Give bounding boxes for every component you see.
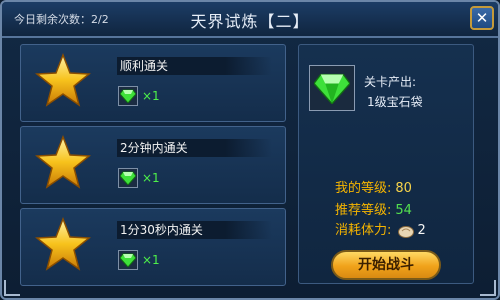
- drop-item-name: 1级宝石袋: [367, 95, 423, 109]
- stamina-value: 2: [417, 223, 426, 238]
- recommended-level: 推荐等级: 54: [335, 199, 412, 218]
- start-battle-button[interactable]: 开始战斗: [331, 250, 441, 280]
- dialog-title: 天界试炼【二】: [190, 12, 310, 31]
- objective-row: 顺利通关 ×1: [20, 44, 286, 122]
- drop-label: 关卡产出:: [364, 75, 417, 89]
- objectives-list: 顺利通关 ×1 2分钟内通关 ×1 1分30秒内通关 ×1: [20, 44, 286, 290]
- title-bar: 今日剩余次数：2/2 天界试炼【二】 ✕: [2, 2, 498, 38]
- frame-corner: [480, 280, 496, 296]
- green-gem-icon: [118, 86, 138, 106]
- gold-star-icon: [35, 53, 91, 107]
- recommended-level-label: 推荐等级:: [335, 203, 392, 218]
- my-level: 我的等级: 80: [335, 177, 412, 196]
- objective-row: 2分钟内通关 ×1: [20, 126, 286, 204]
- objective-name: 顺利通关: [117, 57, 272, 75]
- objective-name: 2分钟内通关: [117, 139, 272, 157]
- objective-reward: ×1: [118, 249, 160, 271]
- gold-star-icon: [35, 135, 91, 189]
- my-level-label: 我的等级:: [335, 181, 392, 196]
- green-gem-icon: [118, 250, 138, 270]
- reward-qty: ×1: [142, 89, 160, 103]
- objective-name: 1分30秒内通关: [117, 221, 272, 239]
- drop-item-slot[interactable]: [309, 65, 355, 111]
- gold-star-icon: [35, 217, 91, 271]
- stage-info-panel: 关卡产出: 1级宝石袋 我的等级: 80 推荐等级: 54 消耗体力: 2 开始战斗: [298, 44, 474, 284]
- reward-qty: ×1: [142, 253, 160, 267]
- objective-reward: ×1: [118, 167, 160, 189]
- stamina-cost: 消耗体力: 2: [335, 219, 426, 238]
- objective-reward: ×1: [118, 85, 160, 107]
- green-gem-icon: [118, 168, 138, 188]
- green-gem-icon: [314, 73, 350, 104]
- close-button[interactable]: ✕: [470, 6, 494, 30]
- recommended-level-value: 54: [395, 203, 412, 218]
- close-icon: ✕: [475, 9, 489, 27]
- objective-row: 1分30秒内通关 ×1: [20, 208, 286, 286]
- frame-corner: [4, 280, 20, 296]
- stamina-bun-icon: [397, 225, 414, 238]
- reward-qty: ×1: [142, 171, 160, 185]
- my-level-value: 80: [395, 181, 412, 196]
- stamina-label: 消耗体力:: [335, 223, 392, 238]
- trial-dialog: 今日剩余次数：2/2 天界试炼【二】 ✕ 顺利通关 ×1 2分钟内通关 ×1 1…: [0, 0, 500, 300]
